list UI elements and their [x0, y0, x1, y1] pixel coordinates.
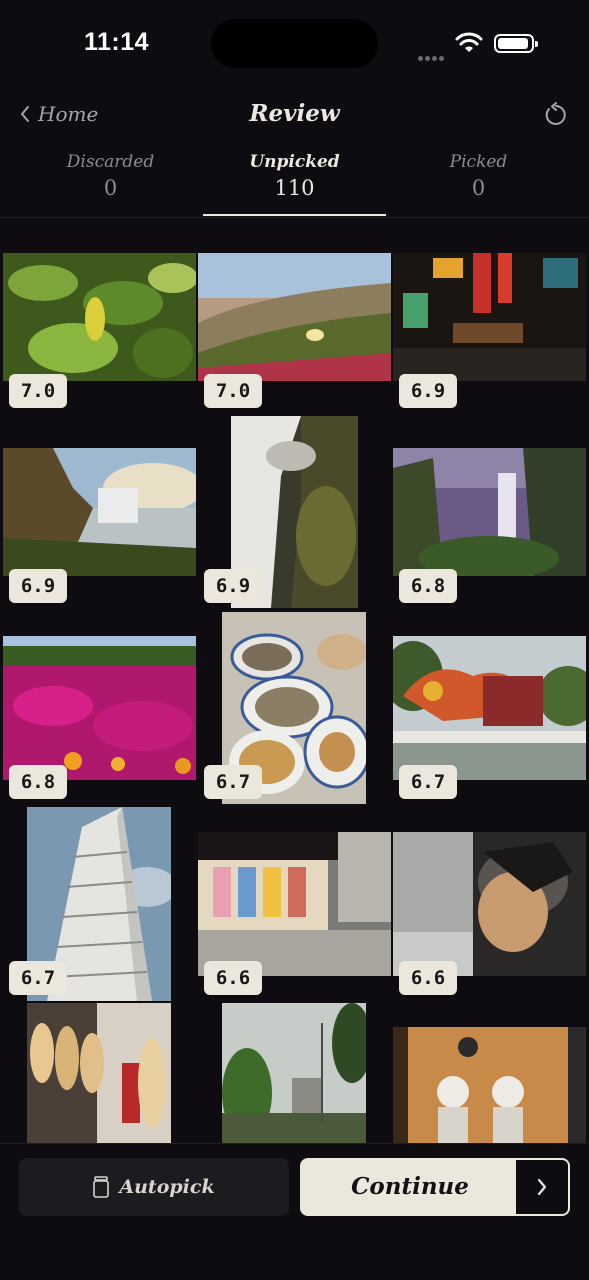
review-tabs: Discarded 0 Unpicked 110 Picked 0	[0, 152, 589, 218]
score-badge: 6.9	[9, 569, 67, 603]
photo-grid[interactable]: 7.0 7.0 6.9 6.9 6.9 6.8 6.8 6.7 6.7 6.7 …	[0, 219, 589, 1143]
bottom-action-bar: Autopick Continue	[0, 1143, 589, 1280]
dynamic-island	[211, 19, 378, 68]
tab-label: Picked	[449, 152, 508, 172]
navigation-bar: Home Review	[0, 90, 589, 140]
tab-count: 0	[471, 176, 486, 200]
score-badge: 6.7	[204, 765, 262, 799]
tab-label: Unpicked	[249, 152, 340, 172]
tab-unpicked[interactable]: Unpicked 110	[203, 152, 386, 216]
score-badge: 6.9	[399, 374, 457, 408]
tab-picked[interactable]: Picked 0	[387, 152, 570, 200]
photo-thumbnail	[393, 253, 586, 381]
jar-icon	[93, 1176, 110, 1198]
photo-thumbnail	[198, 832, 391, 976]
score-badge: 6.6	[204, 961, 262, 995]
score-badge: 7.0	[204, 374, 262, 408]
photo-thumbnail	[393, 636, 586, 780]
score-badge: 6.7	[399, 765, 457, 799]
photo-thumbnail	[393, 832, 586, 976]
score-badge: 6.7	[9, 961, 67, 995]
continue-button[interactable]: Continue	[300, 1158, 570, 1216]
score-badge: 6.8	[9, 765, 67, 799]
tab-count: 110	[274, 176, 315, 200]
autopick-label: Autopick	[119, 1176, 215, 1198]
photo-thumbnail	[3, 636, 196, 780]
photo-thumbnail	[3, 253, 196, 381]
chevron-right-icon	[516, 1160, 568, 1214]
score-badge: 6.9	[204, 569, 262, 603]
score-badge: 6.6	[399, 961, 457, 995]
photo-thumbnail	[222, 1003, 366, 1143]
wifi-icon	[455, 32, 483, 58]
status-time: 11:14	[84, 28, 150, 56]
tab-discarded[interactable]: Discarded 0	[19, 152, 202, 200]
status-bar: 11:14	[0, 0, 589, 90]
continue-label: Continue	[351, 1173, 469, 1200]
photo-thumbnail	[393, 1027, 586, 1143]
photo-thumbnail	[198, 253, 391, 381]
tab-label: Discarded	[66, 152, 155, 172]
cellular-signal-icon	[418, 46, 446, 65]
autopick-button[interactable]: Autopick	[19, 1158, 289, 1216]
page-title: Review	[249, 100, 340, 127]
tab-count: 0	[103, 176, 118, 200]
score-badge: 7.0	[9, 374, 67, 408]
photo-thumbnail	[3, 448, 196, 576]
photo-thumbnail	[27, 1003, 171, 1143]
battery-icon	[494, 34, 538, 53]
score-badge: 6.8	[399, 569, 457, 603]
photo-thumbnail	[393, 448, 586, 576]
reset-icon[interactable]	[543, 102, 569, 132]
